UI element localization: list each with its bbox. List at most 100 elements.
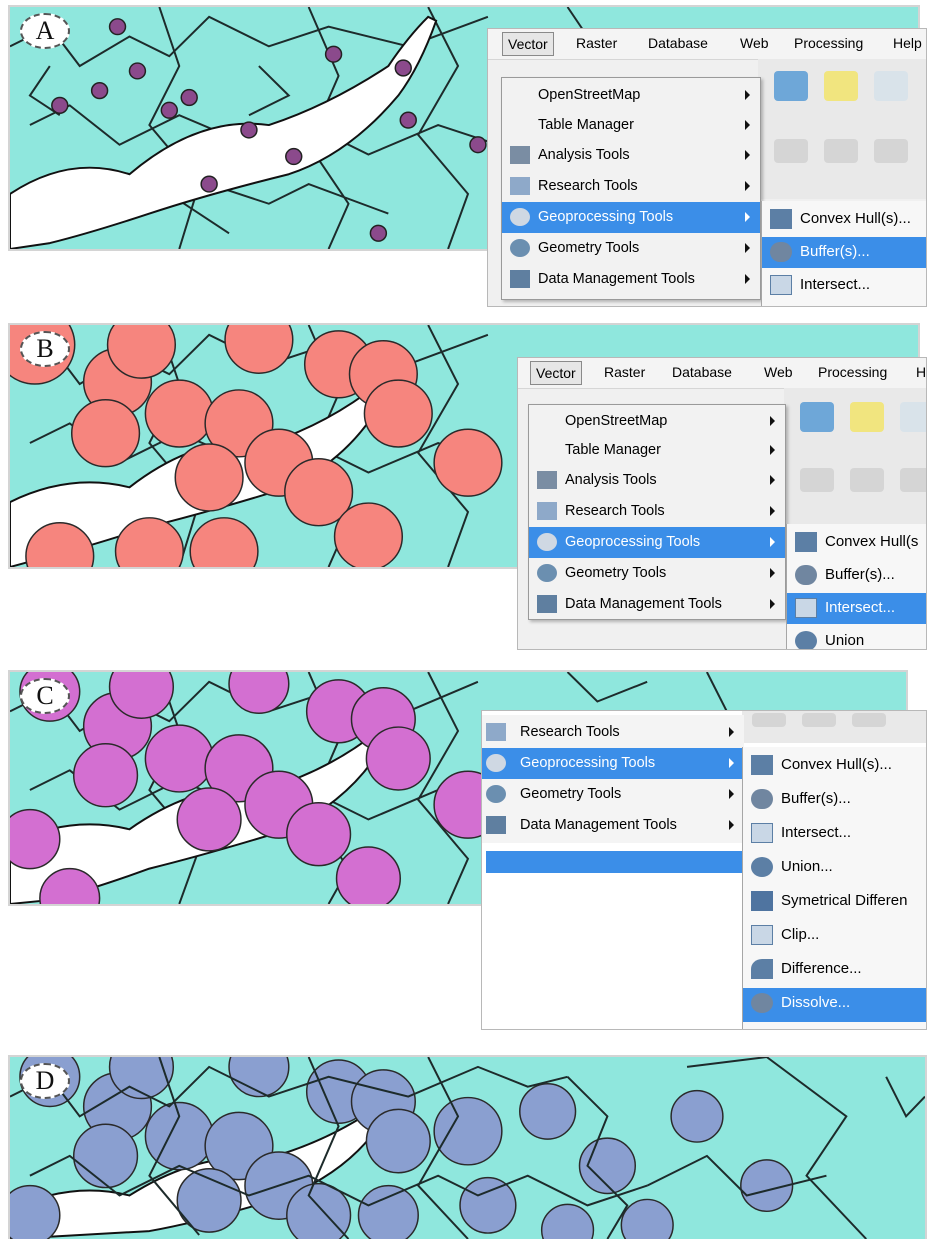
chevron-right-icon: [770, 506, 775, 516]
map-dissolve: [10, 1057, 925, 1239]
menu-item-data-management-tools[interactable]: Data Management Tools: [482, 810, 744, 841]
submenu-item-intersect[interactable]: Intersect...: [787, 593, 926, 624]
chevron-right-icon: [770, 599, 775, 609]
submenu-item-intersect[interactable]: Intersect...: [762, 270, 926, 301]
menu-item-table-manager[interactable]: Table Manager: [529, 435, 785, 466]
vector-menu: OpenStreetMap Table Manager Analysis Too…: [501, 77, 761, 300]
panel-badge: C: [20, 678, 70, 714]
vector-menu: Research Tools Geoprocessing Tools Geome…: [482, 715, 744, 843]
submenu-item-buffer[interactable]: Buffer(s)...: [787, 560, 926, 591]
menu-item-geoprocessing-tools[interactable]: Geoprocessing Tools: [529, 527, 785, 558]
zoom-icon[interactable]: [874, 71, 908, 101]
menu-web[interactable]: Web: [740, 35, 769, 51]
panel-d-dissolve-map: D: [8, 1055, 927, 1239]
geometry-icon: [510, 239, 530, 257]
submenu-item-buffer[interactable]: Buffer(s)...: [762, 237, 926, 268]
submenu-item-convex-hull[interactable]: Convex Hull(s: [787, 527, 926, 558]
label-eye-icon[interactable]: [802, 713, 836, 727]
menu-bar: Vector Raster Database Web Processing H: [518, 358, 926, 389]
gear-icon: [510, 208, 530, 226]
menu-item-geometry-tools[interactable]: Geometry Tools: [482, 779, 744, 810]
chevron-right-icon: [770, 416, 775, 426]
menu-help[interactable]: H: [916, 364, 926, 380]
select-features-icon[interactable]: [774, 71, 808, 101]
research-icon: [486, 723, 506, 741]
submenu-item-convex-hull[interactable]: Convex Hull(s)...: [743, 750, 926, 781]
label-pin-icon[interactable]: [852, 713, 886, 727]
menu-item-data-management-tools[interactable]: Data Management Tools: [529, 589, 785, 620]
menu-item-table-manager[interactable]: Table Manager: [502, 110, 760, 141]
menu-database[interactable]: Database: [648, 35, 708, 51]
submenu-item-difference[interactable]: Difference...: [743, 954, 926, 985]
chevron-right-icon: [729, 758, 734, 768]
chevron-right-icon: [770, 445, 775, 455]
submenu-item-union[interactable]: Union: [787, 626, 926, 649]
label-icon[interactable]: [774, 139, 808, 163]
chevron-right-icon: [745, 212, 750, 222]
convex-hull-icon: [795, 532, 817, 552]
menu-web[interactable]: Web: [764, 364, 793, 380]
buffer-icon: [795, 565, 817, 585]
chevron-right-icon: [770, 475, 775, 485]
geoprocessing-submenu: Convex Hull(s)... Buffer(s)... Intersect…: [761, 201, 926, 306]
menu-item-geoprocessing-tools[interactable]: Geoprocessing Tools: [482, 748, 744, 779]
clip-icon: [751, 925, 773, 945]
menu-item-research-tools[interactable]: Research Tools: [502, 171, 760, 202]
submenu-item-dissolve[interactable]: Dissolve...: [743, 988, 926, 1022]
chevron-right-icon: [745, 243, 750, 253]
label-pin-icon[interactable]: [900, 468, 926, 492]
chevron-right-icon: [745, 150, 750, 160]
zoom-icon[interactable]: [900, 402, 926, 432]
menu-database[interactable]: Database: [672, 364, 732, 380]
menu-item-geoprocessing-tools[interactable]: Geoprocessing Tools: [502, 202, 760, 233]
menu-item-analysis-tools[interactable]: Analysis Tools: [529, 465, 785, 496]
menu-item-analysis-tools[interactable]: Analysis Tools: [502, 140, 760, 171]
menu-processing[interactable]: Processing: [794, 35, 863, 51]
chevron-right-icon: [770, 568, 775, 578]
menu-help[interactable]: Help: [893, 35, 922, 51]
union-icon: [795, 631, 817, 649]
submenu-item-union[interactable]: Union...: [743, 852, 926, 883]
menu-item-geometry-tools[interactable]: Geometry Tools: [529, 558, 785, 589]
panel-badge: B: [20, 331, 70, 367]
panel-badge: D: [20, 1063, 70, 1099]
menu-item-openstreetmap[interactable]: OpenStreetMap: [529, 406, 785, 437]
geometry-icon: [537, 564, 557, 582]
submenu-item-clip[interactable]: Clip...: [743, 920, 926, 951]
menu-item-research-tools[interactable]: Research Tools: [482, 717, 744, 748]
chevron-right-icon: [729, 727, 734, 737]
menu-item-research-tools[interactable]: Research Tools: [529, 496, 785, 527]
identify-icon[interactable]: [824, 71, 858, 101]
select-features-icon[interactable]: [800, 402, 834, 432]
label-icon[interactable]: [752, 713, 786, 727]
gear-icon: [537, 533, 557, 551]
identify-icon[interactable]: [850, 402, 884, 432]
label-icon[interactable]: [800, 468, 834, 492]
menu-item-openstreetmap[interactable]: OpenStreetMap: [502, 80, 760, 111]
union-icon: [751, 857, 773, 877]
menu-bar: Vector Raster Database Web Processing He…: [488, 29, 926, 60]
label-pin-icon[interactable]: [874, 139, 908, 163]
difference-icon: [751, 959, 773, 979]
chevron-right-icon: [729, 820, 734, 830]
convex-hull-icon: [770, 209, 792, 229]
menu-raster[interactable]: Raster: [604, 364, 645, 380]
submenu-item-convex-hull[interactable]: Convex Hull(s)...: [762, 204, 926, 235]
menu-vector[interactable]: Vector: [502, 32, 554, 56]
label-eye-icon[interactable]: [824, 139, 858, 163]
gear-icon: [486, 754, 506, 772]
menu-vector[interactable]: Vector: [530, 361, 582, 385]
toolbar: [784, 388, 926, 528]
menu-processing[interactable]: Processing: [818, 364, 887, 380]
layers-icon: [510, 270, 530, 288]
chevron-right-icon: [729, 789, 734, 799]
menu-raster[interactable]: Raster: [576, 35, 617, 51]
menu-item-data-management-tools[interactable]: Data Management Tools: [502, 264, 760, 295]
submenu-item-symmetrical-difference[interactable]: Symetrical Differen: [743, 886, 926, 917]
label-eye-icon[interactable]: [850, 468, 884, 492]
chevron-right-icon: [745, 274, 750, 284]
submenu-item-buffer[interactable]: Buffer(s)...: [743, 784, 926, 815]
submenu-item-intersect[interactable]: Intersect...: [743, 818, 926, 849]
menu-item-geometry-tools[interactable]: Geometry Tools: [502, 233, 760, 264]
panel-badge: A: [20, 13, 70, 49]
